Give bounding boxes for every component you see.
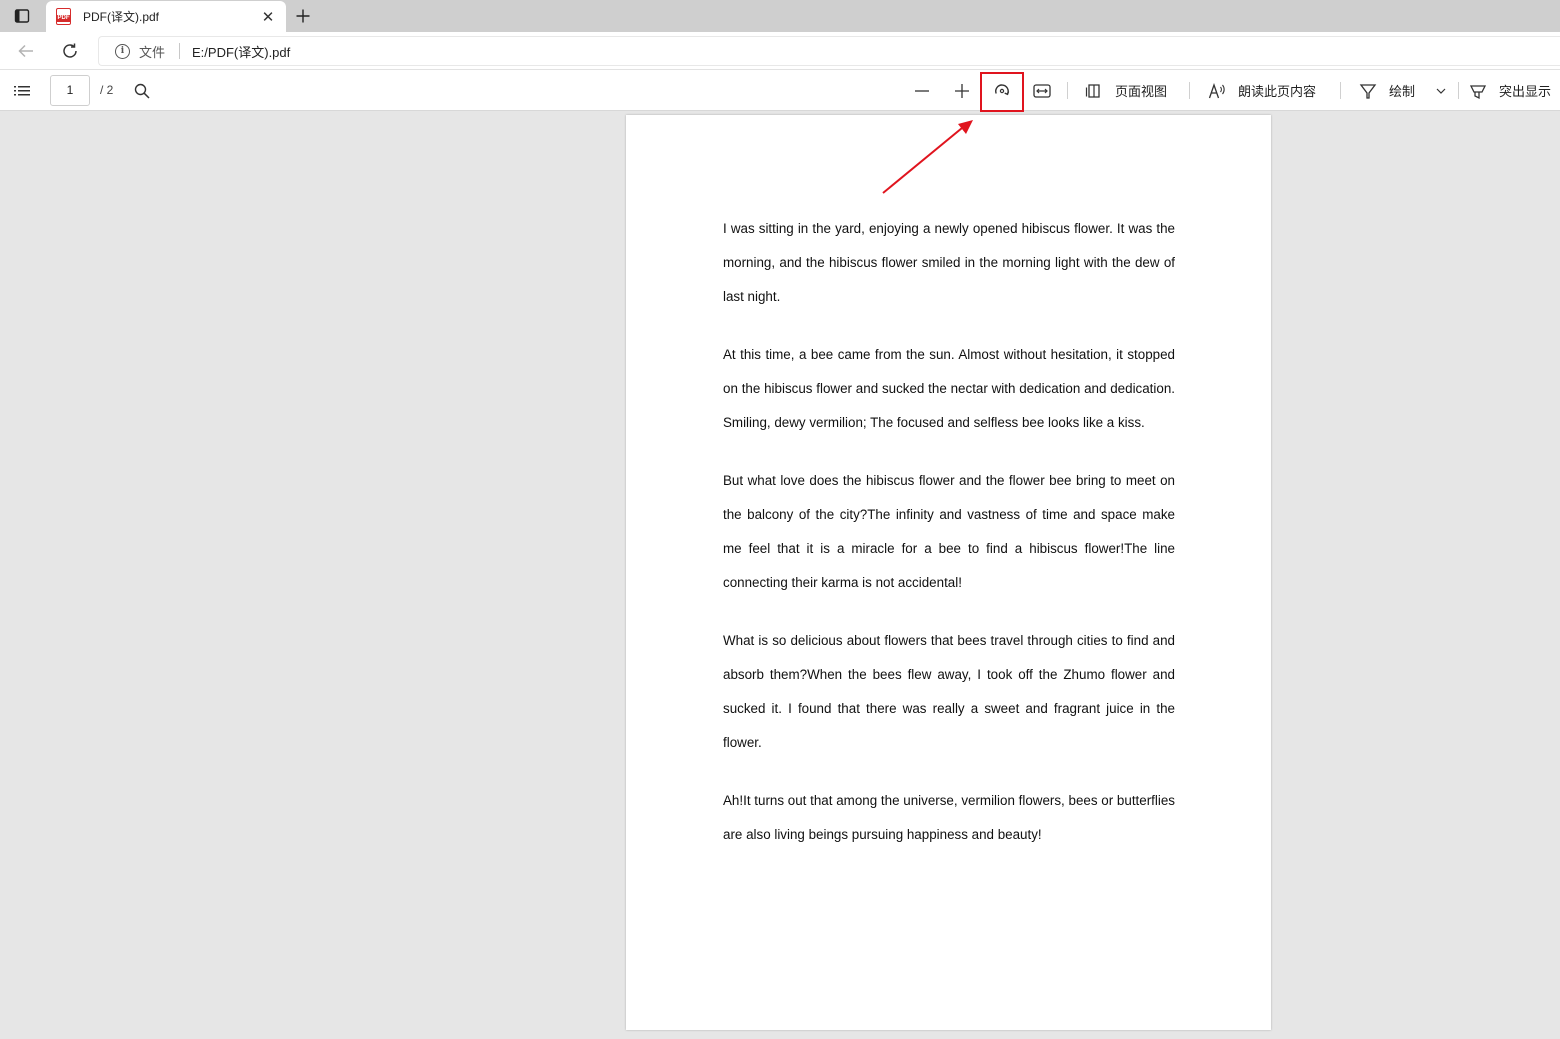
back-arrow-icon — [18, 44, 33, 58]
pdf-page: I was sitting in the yard, enjoying a ne… — [626, 115, 1271, 1030]
page-view-button[interactable]: 页面视图 — [1085, 76, 1167, 105]
paragraph: What is so delicious about flowers that … — [723, 633, 1175, 750]
tab-actions-button[interactable] — [8, 4, 36, 28]
read-aloud-icon — [1208, 82, 1225, 98]
close-tab-icon[interactable]: ✕ — [258, 7, 278, 27]
pdf-badge-text: PDF — [56, 15, 71, 22]
fit-width-button[interactable] — [1028, 76, 1056, 105]
toolbar-divider — [1067, 82, 1068, 99]
toolbar-divider — [1189, 82, 1190, 99]
tab-title: PDF(译文).pdf — [83, 10, 160, 24]
pdf-toolbar: 1 / 2 页面视图 朗读此页内容 绘制 突出显示 — [0, 70, 1560, 111]
draw-label: 绘制 — [1389, 84, 1416, 99]
page-number-input[interactable]: 1 — [50, 75, 90, 106]
page-view-icon — [1085, 83, 1100, 98]
read-aloud-label: 朗读此页内容 — [1238, 84, 1317, 99]
back-button[interactable] — [11, 37, 41, 65]
rotate-icon — [995, 83, 1010, 95]
chevron-down-icon — [1436, 88, 1446, 94]
address-bar: i 文件 E:/PDF(译文).pdf — [0, 32, 1560, 70]
rotate-button[interactable] — [988, 76, 1016, 105]
draw-icon — [1359, 83, 1377, 99]
pdf-file-icon: PDF — [56, 8, 71, 25]
tab-actions-icon — [14, 9, 30, 23]
page-total: / 2 — [100, 83, 114, 97]
toolbar-divider — [1458, 82, 1459, 99]
tab-strip: PDF PDF(译文).pdf ✕ — [0, 0, 1560, 32]
paragraph: I was sitting in the yard, enjoying a ne… — [723, 221, 1175, 304]
omnibox[interactable]: i 文件 E:/PDF(译文).pdf — [98, 36, 1560, 66]
refresh-button[interactable] — [55, 37, 85, 65]
site-info-label[interactable]: 文件 — [139, 42, 165, 61]
highlight-button[interactable]: 突出显示 — [1469, 76, 1551, 105]
plus-icon — [955, 83, 969, 98]
minus-icon — [915, 89, 929, 92]
paragraph: Ah!It turns out that among the universe,… — [723, 793, 1175, 842]
zoom-out-button[interactable] — [908, 76, 936, 105]
paragraph: At this time, a bee came from the sun. A… — [723, 347, 1175, 430]
draw-button[interactable]: 绘制 — [1359, 76, 1415, 105]
toolbar-divider — [1340, 82, 1341, 99]
table-of-contents-icon — [14, 85, 30, 95]
contents-button[interactable] — [8, 76, 36, 105]
refresh-icon — [63, 43, 77, 58]
highlight-label: 突出显示 — [1499, 84, 1552, 99]
find-button[interactable] — [128, 76, 156, 105]
draw-options-dropdown[interactable] — [1432, 76, 1450, 105]
new-tab-button[interactable] — [290, 4, 316, 28]
info-icon[interactable]: i — [115, 43, 130, 59]
page-view-label: 页面视图 — [1115, 84, 1168, 99]
highlighter-icon — [1469, 84, 1487, 99]
omnibox-divider — [179, 43, 181, 59]
page-text: I was sitting in the yard, enjoying a ne… — [723, 212, 1175, 876]
zoom-in-button[interactable] — [948, 76, 976, 105]
pdf-viewer[interactable]: I was sitting in the yard, enjoying a ne… — [0, 112, 1560, 1039]
paragraph: But what love does the hibiscus flower a… — [723, 473, 1175, 590]
plus-icon — [296, 9, 310, 23]
active-tab[interactable]: PDF PDF(译文).pdf ✕ — [46, 1, 286, 32]
search-icon — [134, 83, 150, 99]
url-text[interactable]: E:/PDF(译文).pdf — [192, 42, 290, 61]
fit-width-icon — [1033, 83, 1051, 98]
read-aloud-button[interactable]: 朗读此页内容 — [1208, 76, 1316, 105]
